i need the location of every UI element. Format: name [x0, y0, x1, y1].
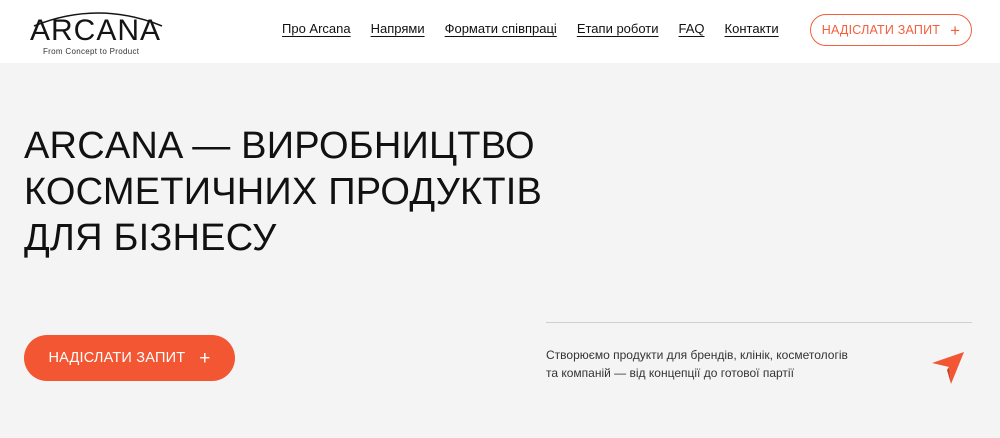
nav-link-cooperation[interactable]: Формати співпраці: [445, 21, 557, 36]
plus-icon: +: [950, 20, 961, 40]
nav-link-stages[interactable]: Етапи роботи: [577, 21, 659, 36]
plus-icon: +: [199, 347, 211, 369]
arrow-star-icon: [932, 352, 964, 384]
hero-title-line: ДЛЯ БІЗНЕСУ: [24, 217, 277, 259]
nav-link-about[interactable]: Про Arcana: [282, 21, 351, 36]
header-send-request-label: НАДІСЛАТИ ЗАПИТ: [821, 23, 941, 37]
hero-send-request-label: НАДІСЛАТИ ЗАПИТ: [48, 350, 186, 366]
hero-description-line: Створюємо продукти для брендів, клінік, …: [546, 348, 848, 362]
logo-tagline: From Concept to Product: [43, 47, 140, 56]
hero-send-request-button[interactable]: НАДІСЛАТИ ЗАПИТ +: [24, 335, 235, 381]
hero-title-line: КОСМЕТИЧНИХ ПРОДУКТІВ: [24, 171, 543, 213]
logo-wordmark: ARCANA: [30, 14, 162, 47]
hero-divider: [546, 322, 972, 323]
header-send-request-button[interactable]: НАДІСЛАТИ ЗАПИТ +: [810, 14, 972, 46]
hero-title: ARCANA — ВИРОБНИЦТВО КОСМЕТИЧНИХ ПРОДУКТ…: [24, 123, 584, 261]
hero-description: Створюємо продукти для брендів, клінік, …: [546, 346, 876, 382]
main-nav: Про Arcana Напрями Формати співпраці Ета…: [282, 21, 779, 36]
hero-description-line: та компаній — від концепції до готової п…: [546, 366, 794, 380]
nav-link-contacts[interactable]: Контакти: [725, 21, 779, 36]
site-header: ARCANA From Concept to Product Про Arcan…: [0, 0, 1000, 63]
nav-link-directions[interactable]: Напрями: [371, 21, 425, 36]
hero-title-line: ARCANA — ВИРОБНИЦТВО: [24, 125, 535, 167]
nav-link-faq[interactable]: FAQ: [679, 21, 705, 36]
logo[interactable]: ARCANA From Concept to Product: [28, 4, 168, 60]
